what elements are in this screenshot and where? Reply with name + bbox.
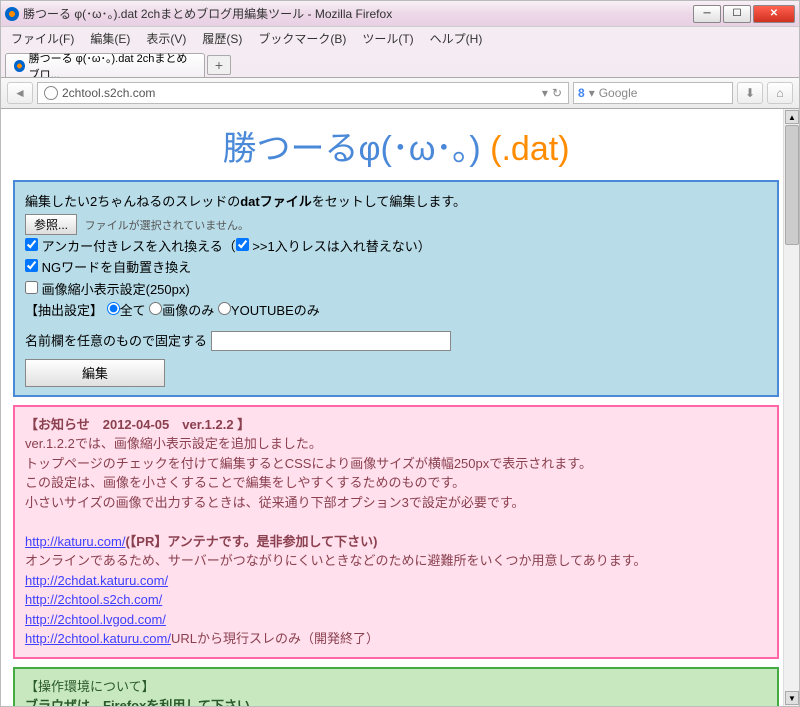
- scroll-thumb[interactable]: [785, 125, 799, 245]
- page-content: ▲ ▼ 勝つーるφ(･ω･｡) (.dat) 編集したい2ちゃんねるのスレッドの…: [1, 109, 799, 706]
- tab-favicon: [14, 60, 25, 72]
- file-status: ファイルが選択されていません。: [85, 220, 249, 232]
- mirror-link-3[interactable]: http://2chtool.lvgod.com/: [25, 612, 166, 627]
- download-button[interactable]: ⬇: [737, 82, 763, 104]
- extract-all-radio[interactable]: [107, 302, 120, 315]
- browser-window: 勝つーる φ(･ω･。).dat 2chまとめブログ用編集ツール - Mozil…: [0, 0, 800, 707]
- reload-icon[interactable]: ↻: [552, 86, 562, 100]
- search-field[interactable]: 8 ▾ Google: [573, 82, 733, 104]
- menu-file[interactable]: ファイル(F): [5, 28, 80, 49]
- vertical-scrollbar[interactable]: ▲ ▼: [783, 109, 799, 706]
- extract-img-radio[interactable]: [149, 302, 162, 315]
- menu-edit[interactable]: 編集(E): [84, 28, 136, 49]
- fixname-input[interactable]: [211, 331, 451, 351]
- home-button[interactable]: ⌂: [767, 82, 793, 104]
- menu-bookmarks[interactable]: ブックマーク(B): [252, 28, 352, 49]
- scroll-down-icon[interactable]: ▼: [785, 691, 799, 705]
- new-tab-button[interactable]: +: [207, 55, 231, 75]
- back-button[interactable]: ◄: [7, 82, 33, 104]
- menu-help[interactable]: ヘルプ(H): [424, 28, 489, 49]
- menu-view[interactable]: 表示(V): [140, 28, 192, 49]
- scroll-up-icon[interactable]: ▲: [785, 110, 799, 124]
- ngword-checkbox[interactable]: [25, 259, 38, 272]
- app-favicon: [5, 7, 19, 21]
- search-placeholder: Google: [599, 86, 638, 100]
- anchor-checkbox[interactable]: [25, 238, 38, 251]
- menu-bar: ファイル(F) 編集(E) 表示(V) 履歴(S) ブックマーク(B) ツール(…: [1, 27, 799, 49]
- menu-tools[interactable]: ツール(T): [356, 28, 419, 49]
- browse-button[interactable]: 参照...: [25, 214, 77, 235]
- help-panel: 【操作環境について】 ブラウザは、Firefoxを利用して下さい。 【アンカー入…: [13, 667, 779, 707]
- globe-icon: [44, 86, 58, 100]
- news-panel: 【お知らせ 2012-04-05 ver.1.2.2 】 ver.1.2.2では…: [13, 405, 779, 659]
- google-icon: 8: [578, 86, 585, 100]
- maximize-button[interactable]: [723, 5, 751, 23]
- extract-yt-radio[interactable]: [218, 302, 231, 315]
- window-title: 勝つーる φ(･ω･。).dat 2chまとめブログ用編集ツール - Mozil…: [23, 5, 693, 22]
- edit-form-panel: 編集したい2ちゃんねるのスレッドのdatファイルをセットして編集します。 参照.…: [13, 180, 779, 397]
- menu-history[interactable]: 履歴(S): [196, 28, 248, 49]
- mirror-link-2[interactable]: http://2chtool.s2ch.com/: [25, 592, 162, 607]
- browser-tab[interactable]: 勝つーる φ(･ω･。).dat 2chまとめブロ...: [5, 53, 205, 77]
- mirror-link-1[interactable]: http://2chdat.katuru.com/: [25, 573, 168, 588]
- minimize-button[interactable]: [693, 5, 721, 23]
- edit-button[interactable]: 編集: [25, 359, 165, 387]
- tab-bar: 勝つーる φ(･ω･。).dat 2chまとめブロ... +: [1, 49, 799, 77]
- anchor-inner-checkbox[interactable]: [236, 238, 249, 251]
- pr-link[interactable]: http://katuru.com/: [25, 534, 125, 549]
- url-dropdown-icon[interactable]: ▾: [542, 86, 548, 100]
- url-text: 2chtool.s2ch.com: [62, 86, 155, 100]
- url-field[interactable]: 2chtool.s2ch.com ▾ ↻: [37, 82, 569, 104]
- mirror-link-4[interactable]: http://2chtool.katuru.com/: [25, 631, 171, 646]
- imgsmall-checkbox[interactable]: [25, 281, 38, 294]
- close-button[interactable]: [753, 5, 795, 23]
- address-bar: ◄ 2chtool.s2ch.com ▾ ↻ 8 ▾ Google ⬇ ⌂: [1, 77, 799, 109]
- window-titlebar: 勝つーる φ(･ω･。).dat 2chまとめブログ用編集ツール - Mozil…: [1, 1, 799, 27]
- page-title: 勝つーるφ(･ω･｡) (.dat): [13, 121, 779, 170]
